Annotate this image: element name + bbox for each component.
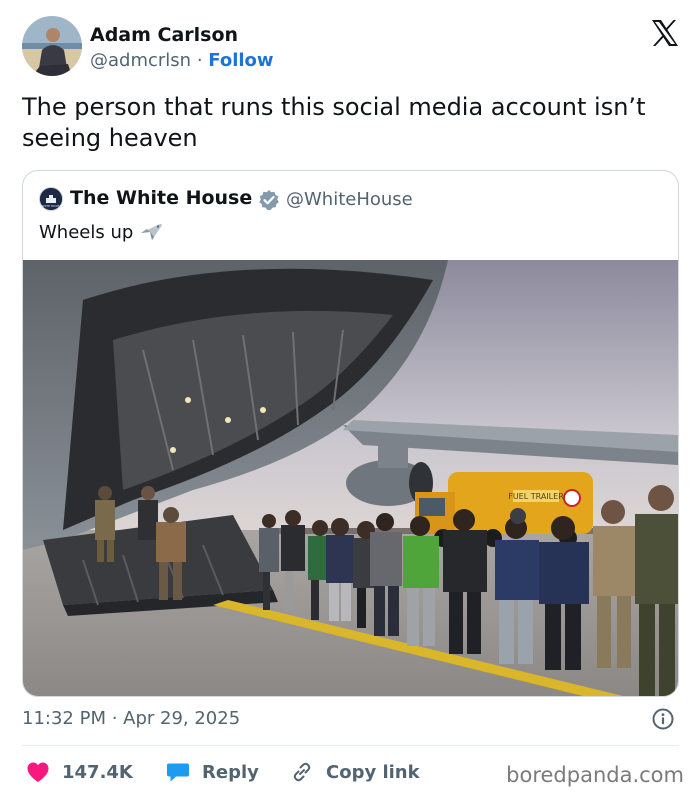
quoted-tweet-card[interactable]: WHITE HOUSE The White House @WhiteHouse … [22, 170, 679, 697]
quoted-tweet-text: Wheels up [39, 222, 134, 243]
tweet-header: Adam Carlson @admcrlsn · Follow [22, 16, 682, 78]
author-handle[interactable]: @admcrlsn [90, 50, 191, 71]
info-icon[interactable] [652, 708, 674, 730]
actions-divider [22, 745, 679, 746]
source-watermark: boredpanda.com [506, 763, 684, 787]
like-button[interactable]: 147.4K [26, 758, 133, 786]
action-bar: 147.4K Reply Copy link [22, 758, 492, 786]
copy-link-label: Copy link [326, 761, 420, 783]
follow-link[interactable]: Follow [208, 50, 273, 71]
like-count: 147.4K [62, 761, 133, 783]
truck-label: FUEL TRAILER [508, 492, 564, 501]
x-logo-icon[interactable] [650, 18, 680, 48]
quoted-author-name[interactable]: The White House [70, 187, 252, 209]
copy-link-button[interactable]: Copy link [290, 758, 420, 786]
airplane-emoji-icon [139, 220, 163, 247]
speech-bubble-icon [167, 763, 189, 782]
meta-separator: · [196, 50, 203, 71]
author-avatar[interactable] [22, 16, 82, 76]
heart-icon [27, 762, 49, 782]
quoted-tweet-text-row: Wheels up [39, 220, 163, 247]
tweet-photo[interactable]: FUEL TRAILER [23, 260, 678, 696]
reply-button[interactable]: Reply [166, 758, 259, 786]
quoted-avatar-label: WHITE HOUSE [40, 204, 62, 208]
author-meta: @admcrlsn · Follow [90, 50, 274, 71]
tweet-text: The person that runs this social media a… [22, 93, 646, 152]
verified-badge-icon [258, 189, 280, 211]
tweet-timestamp[interactable]: 11:32 PM · Apr 29, 2025 [22, 708, 240, 729]
quoted-author-handle[interactable]: @WhiteHouse [286, 189, 413, 210]
link-icon [293, 762, 311, 782]
quoted-avatar[interactable]: WHITE HOUSE [39, 187, 63, 211]
author-name[interactable]: Adam Carlson [90, 24, 238, 46]
reply-label: Reply [202, 761, 259, 783]
